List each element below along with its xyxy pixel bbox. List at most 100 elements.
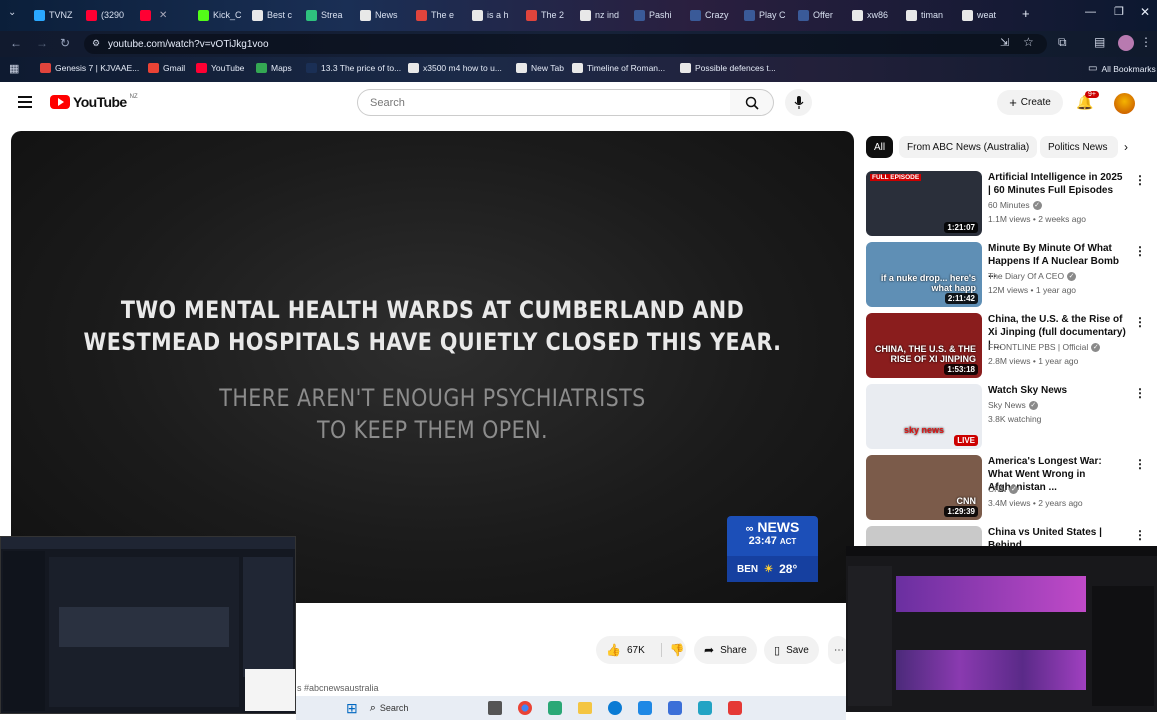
chevron-right-icon[interactable]: › [1124,140,1128,154]
notifications-button[interactable]: 🔔 9+ [1076,91,1099,112]
video-thumbnail[interactable]: sky news LIVE [866,384,982,449]
app2-taskbar-icon[interactable] [698,701,713,715]
related-video[interactable]: if a nuke drop... here's what happ 2:11:4… [866,242,1146,308]
description-hashtags[interactable]: s #abcnewsaustralia [297,683,379,693]
forward-icon[interactable]: → [36,36,48,50]
related-video[interactable]: FULL EPISODE 1:21:07 Artificial Intelligen… [866,171,1146,237]
browser-tab[interactable]: Offer [798,5,833,25]
bookmark-item[interactable]: New Tab [516,63,564,73]
bookmark-item[interactable]: Gmail [148,63,185,73]
app3-taskbar-icon[interactable] [728,701,743,715]
mail-taskbar-icon[interactable] [638,701,653,715]
new-tab-icon[interactable]: + [1022,6,1030,21]
bookmark-star-icon[interactable]: ☆ [1023,35,1034,49]
address-bar[interactable]: ⚙ youtube.com/watch?v=vOTiJkg1voo [84,34,1047,54]
apps-grid-icon[interactable]: ▦ [9,62,19,75]
video-title[interactable]: China vs United States | Behind [988,526,1128,546]
back-icon[interactable]: ← [10,36,22,50]
video-thumbnail[interactable] [866,526,982,546]
channel-name[interactable]: Sky News ✓ [988,400,1038,410]
bookmark-item[interactable]: 13.3 The price of to... [306,63,401,73]
browser-tab[interactable]: Strea [306,5,343,25]
filter-chip[interactable]: Politics News [1040,136,1118,158]
video-menu-icon[interactable]: ⋮ [1134,173,1146,187]
windows-start-icon[interactable]: ⊞ [346,700,358,717]
video-thumbnail[interactable]: CNN 1:29:39 [866,455,982,520]
related-video[interactable]: China vs United States | Behind ⋮ [866,526,1146,546]
save-button[interactable]: ▯ Save [764,636,819,664]
browser-tab[interactable]: Kick_C [198,5,242,25]
site-info-icon[interactable]: ⚙ [92,38,100,49]
browser-tab[interactable]: Crazy [690,5,729,25]
video-menu-icon[interactable]: ⋮ [1134,315,1146,329]
channel-name[interactable]: 60 Minutes ✓ [988,200,1042,210]
share-button[interactable]: ➦ Share [694,636,757,664]
browser-tab[interactable]: Pashi [634,5,672,25]
all-bookmarks[interactable]: ▭ All Bookmarks [1088,63,1156,74]
video-title[interactable]: Artificial Intelligence in 2025 | 60 Min… [988,171,1128,197]
taskbar-search-icon[interactable]: ⌕ [370,702,376,715]
chrome-taskbar-icon[interactable] [518,701,533,715]
browser-tab[interactable]: xw86 [852,5,888,25]
create-button[interactable]: + Create [997,90,1063,115]
video-menu-icon[interactable]: ⋮ [1134,457,1146,471]
browser-tab[interactable]: timan [906,5,943,25]
extensions-icon[interactable]: ⧉ [1058,35,1067,50]
browser-tab[interactable]: ✕ [140,5,167,25]
video-thumbnail[interactable]: CHINA, THE U.S. & THE RISE OF XI JINPING… [866,313,982,378]
video-menu-icon[interactable]: ⋮ [1134,386,1146,400]
filter-chip[interactable]: All [866,136,894,158]
edge-taskbar-icon[interactable] [608,701,623,715]
browser-tab[interactable]: nz ind [580,5,619,25]
related-video[interactable]: CNN 1:29:39 America's Longest War: What We… [866,455,1146,521]
maximize-icon[interactable]: ❐ [1114,5,1124,18]
search-button[interactable] [730,89,774,116]
bookmark-item[interactable]: Possible defences t... [680,63,776,73]
close-window-icon[interactable]: ✕ [1140,5,1150,19]
browser-tab[interactable]: is a h [472,5,509,25]
dislike-icon[interactable]: 👎 [660,643,685,657]
store-taskbar-icon[interactable] [668,701,683,715]
guide-menu-icon[interactable] [18,96,32,108]
browser-tab[interactable]: The e [416,5,454,25]
bookmark-item[interactable]: x3500 m4 how to u... [408,63,502,73]
close-tab-icon[interactable]: ✕ [159,10,167,21]
browser-tab[interactable]: TVNZ [34,5,73,25]
channel-name[interactable]: CNN ✓ [988,484,1019,494]
like-icon[interactable]: 👍 [606,643,621,657]
like-count[interactable]: 67K [627,645,645,656]
app-taskbar-icon[interactable] [548,701,563,715]
video-thumbnail[interactable]: if a nuke drop... here's what happ 2:11:4… [866,242,982,307]
filter-chip[interactable]: From ABC News (Australia) [899,136,1038,158]
video-thumbnail[interactable]: FULL EPISODE 1:21:07 [866,171,982,236]
browser-menu-icon[interactable]: ⋮ [1140,35,1152,49]
minimize-icon[interactable]: — [1085,6,1096,18]
taskview-icon[interactable] [488,701,503,715]
browser-tab[interactable]: News [360,5,398,25]
youtube-logo[interactable]: YouTube NZ [50,94,138,110]
more-actions-button[interactable]: ⋯ [828,636,848,664]
install-app-icon[interactable]: ⇲ [1000,36,1009,49]
browser-tab[interactable]: weat [962,5,996,25]
search-input[interactable]: Search [357,89,731,116]
profile-avatar[interactable] [1118,35,1134,51]
bookmark-item[interactable]: Timeline of Roman... [572,63,665,73]
related-video[interactable]: CHINA, THE U.S. & THE RISE OF XI JINPING… [866,313,1146,379]
reload-icon[interactable]: ↻ [60,36,70,50]
sidebar-icon[interactable]: ▤ [1094,35,1105,49]
taskbar-search-label[interactable]: Search [380,703,409,713]
browser-tab[interactable]: (3290 [86,5,124,25]
related-video[interactable]: sky news LIVE Watch Sky News Sky News ✓ 3.8K … [866,384,1146,450]
video-title[interactable]: Watch Sky News [988,384,1128,397]
channel-name[interactable]: FRONTLINE PBS | Official ✓ [988,342,1101,352]
voice-search-button[interactable] [785,89,812,116]
video-menu-icon[interactable]: ⋮ [1134,528,1146,542]
bookmark-item[interactable]: Genesis 7 | KJVAAE... [40,63,139,73]
browser-tab[interactable]: Play C [744,5,786,25]
browser-tab[interactable]: Best c [252,5,292,25]
channel-name[interactable]: The Diary Of A CEO ✓ [988,271,1077,281]
account-avatar[interactable] [1114,93,1135,114]
browser-tab[interactable]: The 2 [526,5,564,25]
tab-search-icon[interactable]: ⌄ [8,7,16,18]
bookmark-item[interactable]: YouTube [196,63,244,73]
